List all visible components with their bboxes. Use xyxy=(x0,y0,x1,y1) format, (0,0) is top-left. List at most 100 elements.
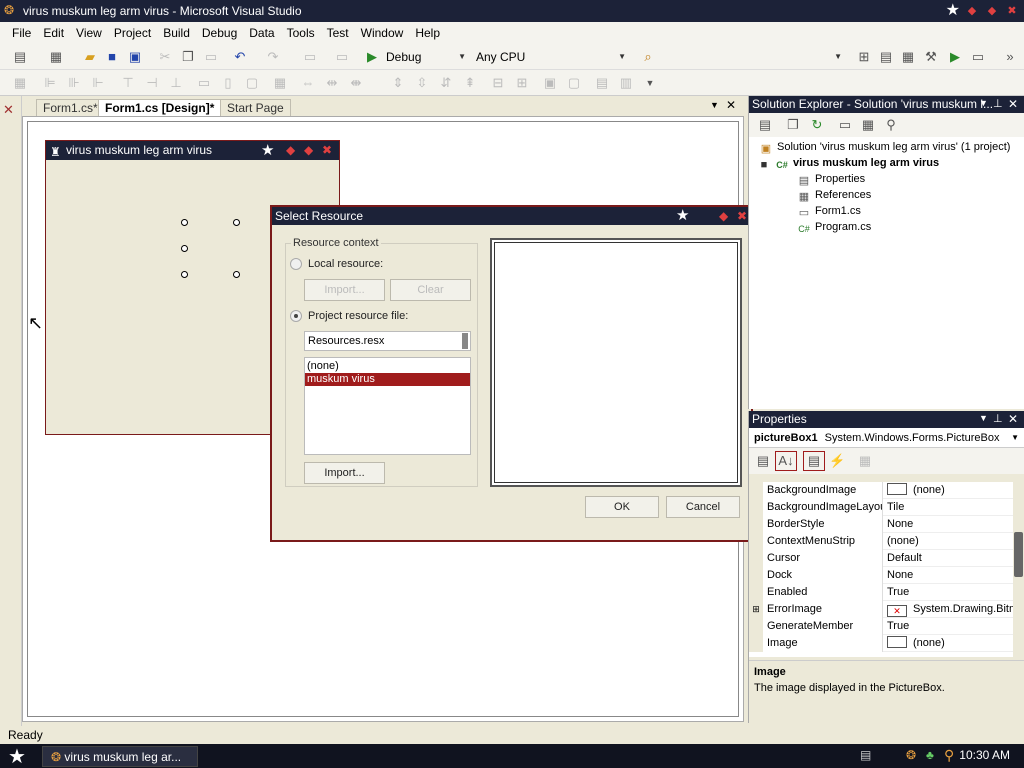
resize-handle[interactable] xyxy=(181,271,188,278)
save-all-icon[interactable]: ▣ xyxy=(127,49,143,65)
property-value[interactable]: None xyxy=(884,567,1013,584)
property-row[interactable]: GenerateMember True xyxy=(749,618,1013,635)
property-value[interactable]: None xyxy=(884,516,1013,533)
command-window-icon[interactable]: ▭ xyxy=(970,49,986,65)
help-icon[interactable]: ◆ xyxy=(719,207,728,225)
redo-icon[interactable]: ↷ xyxy=(265,49,281,65)
property-pages-icon[interactable]: ▦ xyxy=(857,453,873,469)
property-row[interactable]: Image (none) xyxy=(749,635,1013,652)
project-resource-radio[interactable] xyxy=(290,310,302,322)
align-tops-icon[interactable]: ⊤ xyxy=(120,75,136,91)
align-rights-icon[interactable]: ⊩ xyxy=(90,75,106,91)
properties-icon[interactable]: ▤ xyxy=(757,117,773,133)
property-value[interactable]: Default xyxy=(884,550,1013,567)
center-vertically-icon[interactable]: ⊞ xyxy=(514,75,530,91)
resize-handle[interactable] xyxy=(181,219,188,226)
cut-icon[interactable]: ✂ xyxy=(157,49,173,65)
bring-to-front-icon[interactable]: ▣ xyxy=(542,75,558,91)
window-position-chevron-icon[interactable]: ▼ xyxy=(979,413,988,423)
menu-build[interactable]: Build xyxy=(157,26,196,40)
solution-explorer-icon[interactable]: ⊞ xyxy=(856,49,872,65)
keyboard-icon[interactable]: ▤ xyxy=(860,748,871,762)
auto-hide-pin-icon[interactable]: ⊥ xyxy=(993,412,1003,425)
new-project-icon[interactable]: ▤ xyxy=(12,49,28,65)
alphabetical-icon[interactable]: A↓ xyxy=(775,451,797,471)
cancel-button[interactable]: Cancel xyxy=(666,496,740,518)
menu-help[interactable]: Help xyxy=(409,26,446,40)
vertical-spacing-icon[interactable]: ⇕ xyxy=(390,75,406,91)
find-in-files-icon[interactable]: ⌕ xyxy=(640,49,656,65)
toolbar-options-icon[interactable]: » xyxy=(1002,49,1018,65)
security-icon[interactable]: ♣ xyxy=(926,748,934,762)
open-folder-icon[interactable]: ▰ xyxy=(82,49,98,65)
search-icon[interactable]: ⚲ xyxy=(944,747,954,764)
same-width-icon[interactable]: ▭ xyxy=(196,75,212,91)
resize-handle[interactable] xyxy=(181,245,188,252)
tree-project[interactable]: ■ C# virus muskum leg arm virus xyxy=(757,157,939,171)
active-files-chevron-icon[interactable]: ▼ xyxy=(710,100,719,110)
start-button-star-icon[interactable]: ★ xyxy=(8,744,26,768)
resize-handle[interactable] xyxy=(233,271,240,278)
size-to-grid-icon[interactable]: ▦ xyxy=(272,75,288,91)
platform-dropdown[interactable]: Any CPU ▼ xyxy=(472,47,630,67)
property-row[interactable]: Enabled True xyxy=(749,584,1013,601)
events-icon[interactable]: ⚡ xyxy=(829,453,845,469)
local-import-button[interactable]: Import... xyxy=(304,279,385,301)
align-middles-icon[interactable]: ⊣ xyxy=(144,75,160,91)
configuration-dropdown[interactable]: Debug ▼ xyxy=(382,47,470,67)
property-row[interactable]: BorderStyle None xyxy=(749,516,1013,533)
remove-v-spacing-icon[interactable]: ⇞ xyxy=(462,75,478,91)
expand-icon[interactable]: ⊞ xyxy=(749,601,763,618)
import-button[interactable]: Import... xyxy=(304,462,385,484)
taskbar-window-button[interactable]: ❂ virus muskum leg ar... xyxy=(42,746,198,767)
tab-start-page[interactable]: Start Page xyxy=(220,99,291,116)
start-page-icon[interactable]: ▶ xyxy=(947,49,963,65)
property-row[interactable]: Dock None xyxy=(749,567,1013,584)
navigate-forward-icon[interactable]: ▭ xyxy=(334,49,350,65)
find-dropdown[interactable]: ▼ xyxy=(660,47,846,67)
paste-icon[interactable]: ▭ xyxy=(203,49,219,65)
property-value[interactable]: ✕ System.Drawing.Bitm xyxy=(884,601,1013,618)
menu-debug[interactable]: Debug xyxy=(196,26,243,40)
align-bottoms-icon[interactable]: ⊥ xyxy=(168,75,184,91)
menu-project[interactable]: Project xyxy=(108,26,157,40)
undo-icon[interactable]: ↶ xyxy=(232,49,248,65)
property-row[interactable]: ContextMenuStrip (none) xyxy=(749,533,1013,550)
toolbox-icon[interactable]: ⚒ xyxy=(923,49,939,65)
tree-item-properties[interactable]: ▤ Properties xyxy=(797,173,865,187)
menu-data[interactable]: Data xyxy=(243,26,280,40)
local-clear-button[interactable]: Clear xyxy=(390,279,471,301)
list-item-selected[interactable]: muskum virus xyxy=(305,373,470,386)
view-designer-icon[interactable]: ▦ xyxy=(860,117,876,133)
property-row[interactable]: ErrorImage ⊞ ✕ System.Drawing.Bitm xyxy=(749,601,1013,618)
align-lefts-icon[interactable]: ⊫ xyxy=(42,75,58,91)
align-centers-icon[interactable]: ⊪ xyxy=(66,75,82,91)
resize-handle[interactable] xyxy=(233,219,240,226)
property-grid-scrollbar[interactable] xyxy=(1013,482,1024,657)
local-resource-radio[interactable] xyxy=(290,258,302,270)
save-icon[interactable]: ■ xyxy=(104,49,120,65)
navigate-back-icon[interactable]: ▭ xyxy=(302,49,318,65)
center-horizontally-icon[interactable]: ⊟ xyxy=(490,75,506,91)
refresh-icon[interactable]: ↻ xyxy=(809,117,825,133)
copy-icon[interactable]: ❐ xyxy=(180,49,196,65)
resource-list[interactable]: (none) muskum virus xyxy=(304,357,471,455)
property-value[interactable]: (none) xyxy=(884,482,1013,499)
tab-form1-design[interactable]: Form1.cs [Design]* xyxy=(98,99,222,116)
menu-view[interactable]: View xyxy=(70,26,108,40)
menu-tools[interactable]: Tools xyxy=(281,26,321,40)
window-position-chevron-icon[interactable]: ▼ xyxy=(979,98,988,108)
property-value[interactable]: (none) xyxy=(884,635,1013,652)
increase-v-spacing-icon[interactable]: ⇳ xyxy=(414,75,430,91)
add-item-icon[interactable]: ▦ xyxy=(48,49,64,65)
property-value[interactable]: Tile xyxy=(884,499,1013,516)
tree-solution[interactable]: ▣ Solution 'virus muskum leg arm virus' (… xyxy=(759,141,1011,155)
align-grid-icon[interactable]: ▦ xyxy=(12,75,28,91)
property-value[interactable]: (none) xyxy=(884,533,1013,550)
same-size-icon[interactable]: ▢ xyxy=(244,75,260,91)
close-button[interactable]: ✖ xyxy=(1004,3,1020,19)
property-row[interactable]: Cursor Default xyxy=(749,550,1013,567)
properties-window-icon[interactable]: ▤ xyxy=(878,49,894,65)
property-value[interactable]: True xyxy=(884,584,1013,601)
maximize-button[interactable]: ◆ xyxy=(984,3,1000,19)
